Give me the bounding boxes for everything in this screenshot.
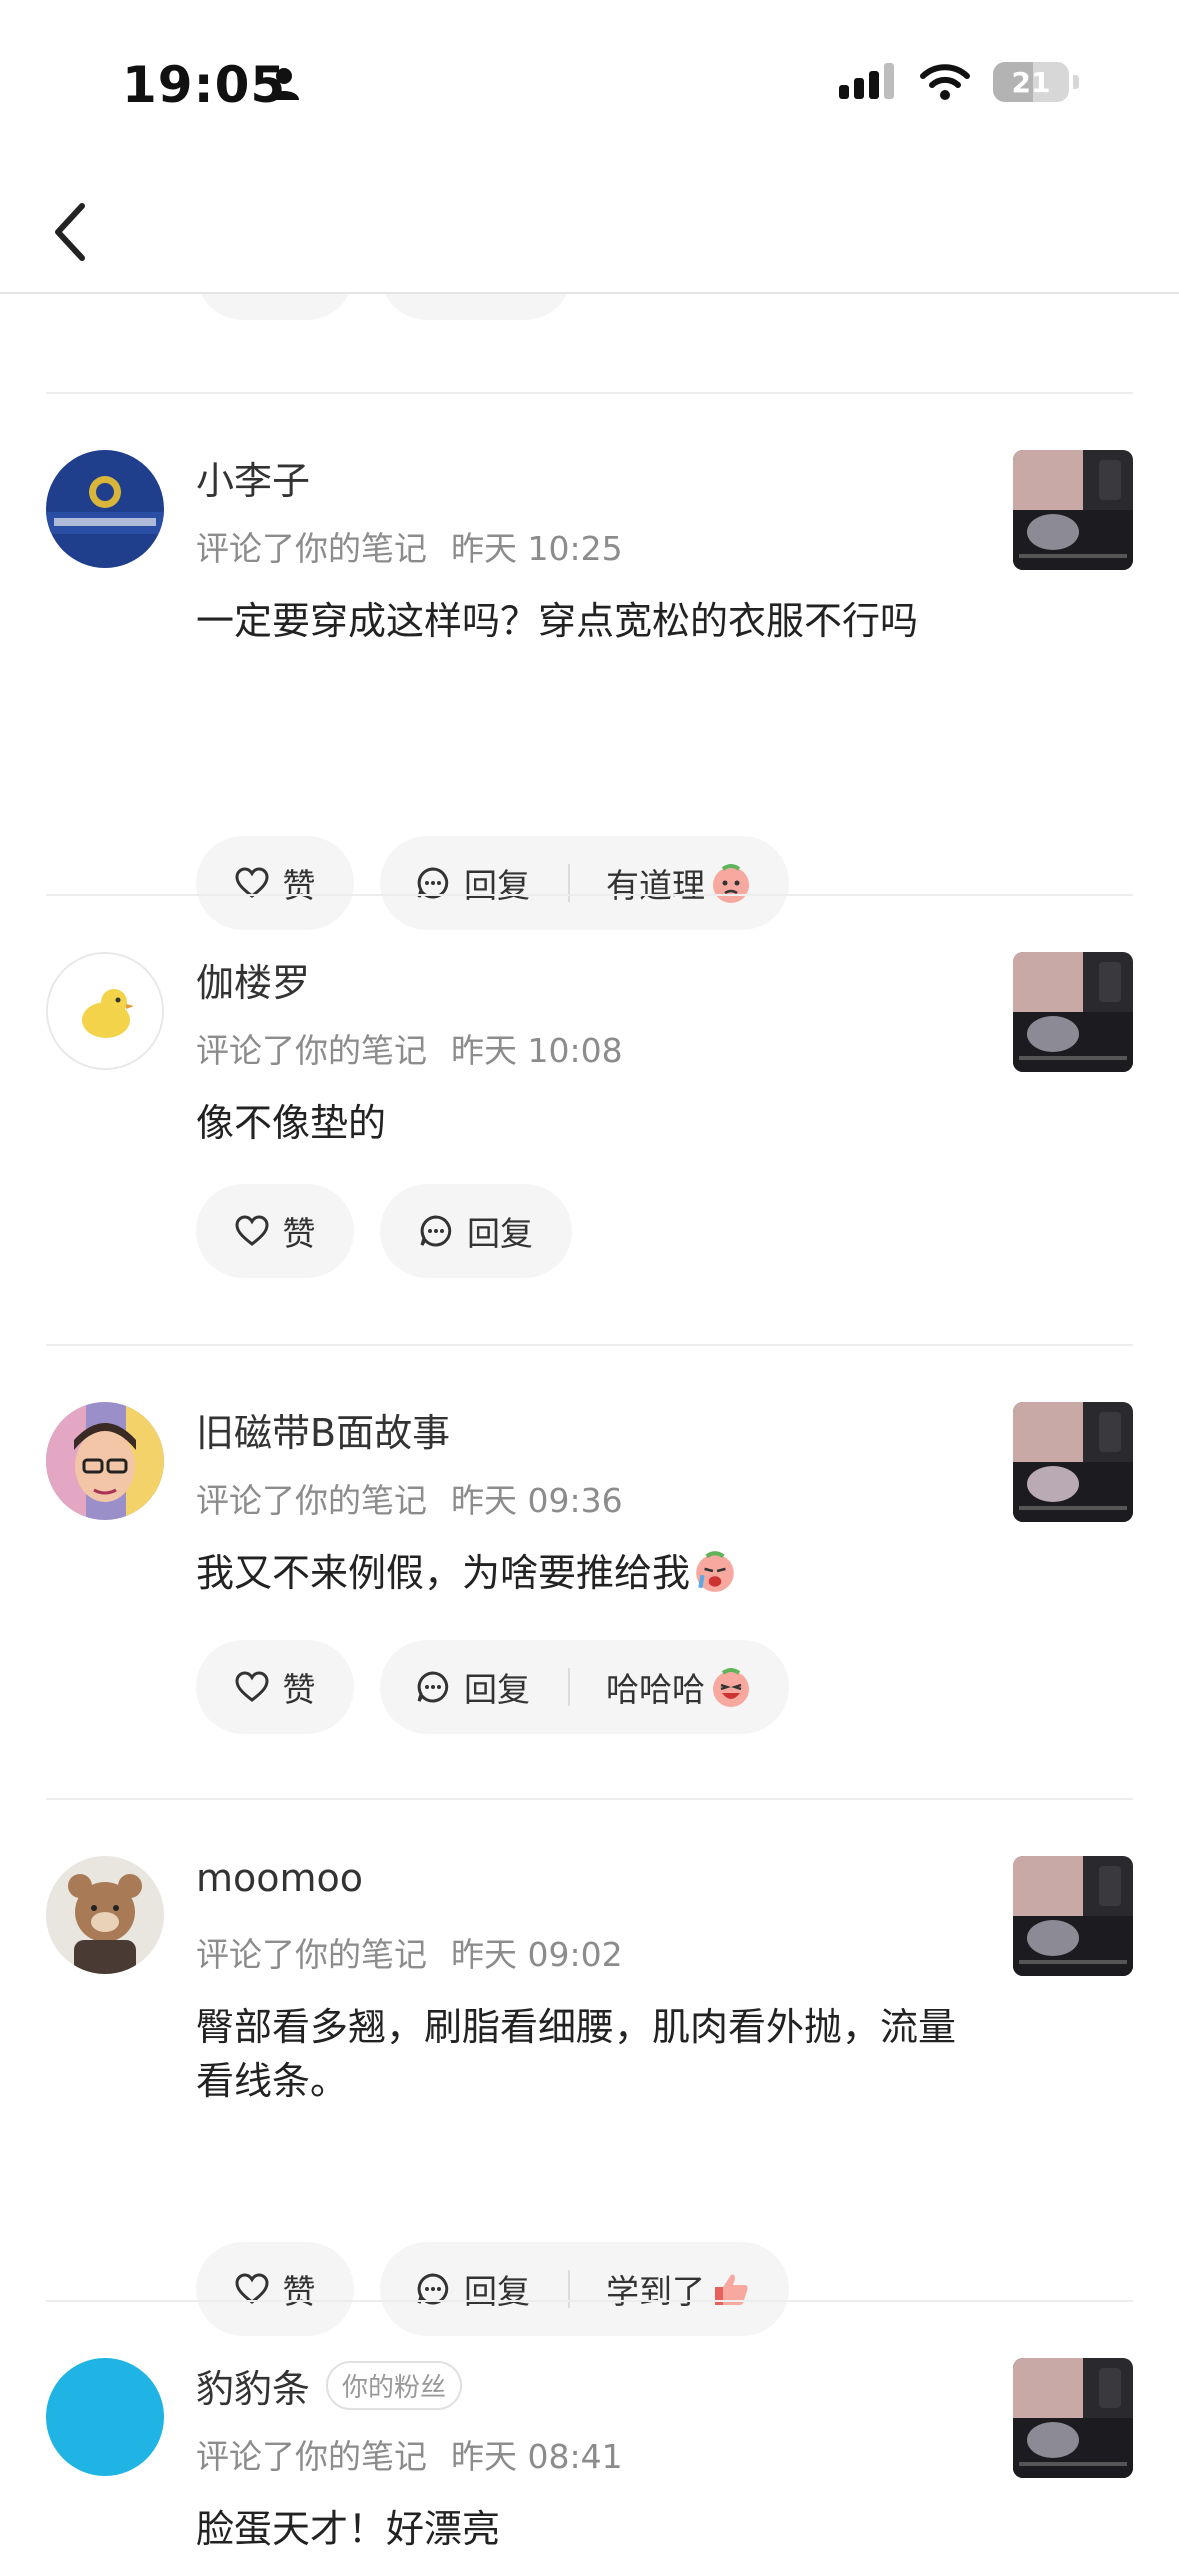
commenter-name[interactable]: 伽楼罗 xyxy=(196,952,310,1007)
comment-meta: 评论了你的笔记 昨天 09:36 xyxy=(196,1474,623,1522)
status-time: 19:05 xyxy=(122,56,287,114)
comment-bubble-icon xyxy=(420,1215,452,1247)
note-thumbnail[interactable] xyxy=(1013,450,1133,570)
battery-level: 21 xyxy=(1011,66,1051,99)
comment-action: 评论了你的笔记 xyxy=(196,1935,427,1974)
separator xyxy=(568,864,570,902)
avatar[interactable] xyxy=(46,1402,164,1520)
like-label: 赞 xyxy=(282,2272,316,2311)
reply-group: 回复 学到了 xyxy=(380,2242,789,2336)
reply-label: 回复 xyxy=(464,866,530,905)
battery-cap xyxy=(1073,75,1079,89)
comment-meta: 评论了你的笔记 昨天 09:02 xyxy=(196,1928,623,1976)
like-label: 赞 xyxy=(282,1670,316,1709)
battery-icon: 21 xyxy=(993,62,1069,102)
quick-reply-button[interactable]: 有道理 xyxy=(606,859,789,907)
comment-action: 评论了你的笔记 xyxy=(196,1031,427,1070)
status-indicators: 21 xyxy=(839,62,1079,102)
separator xyxy=(568,2270,570,2308)
avatar[interactable] xyxy=(46,1856,164,1974)
like-label: 赞 xyxy=(282,1214,316,1253)
note-thumbnail[interactable] xyxy=(1013,1856,1133,1976)
fan-badge: 你的粉丝 xyxy=(326,2361,463,2410)
like-label: 赞 xyxy=(282,866,316,905)
thinking-face-icon xyxy=(713,864,749,903)
quick-reply-label: 有道理 xyxy=(606,866,705,905)
reply-button[interactable]: 回复 xyxy=(416,1663,530,1711)
reply-button[interactable]: 回复 xyxy=(416,859,530,907)
back-button[interactable] xyxy=(40,196,100,268)
divider xyxy=(46,1798,1133,1800)
comment-time: 昨天 09:36 xyxy=(451,1481,623,1520)
status-bar: 19:05 21 xyxy=(0,0,1179,170)
avatar[interactable] xyxy=(46,952,164,1070)
quick-reply-button[interactable]: 学到了 xyxy=(606,2265,789,2313)
crying-face-icon xyxy=(696,1551,734,1592)
divider xyxy=(46,894,1133,896)
comment-text: 像不像垫的 xyxy=(196,1101,387,1145)
laughing-face-icon xyxy=(713,1668,749,1707)
chevron-left-icon xyxy=(55,203,85,261)
like-button[interactable]: 赞 xyxy=(196,1184,354,1278)
reply-group: 回复 有道理 xyxy=(380,836,789,930)
divider xyxy=(46,1344,1133,1346)
comment-text-row: 我又不来例假，为啥要推给我 xyxy=(196,1546,996,1600)
quick-reply-button[interactable]: 哈哈哈 xyxy=(606,1663,789,1711)
reply-label: 回复 xyxy=(464,1670,530,1709)
comment-time: 昨天 08:41 xyxy=(451,2437,623,2476)
comment-meta: 评论了你的笔记 昨天 10:25 xyxy=(196,522,623,570)
quick-reply-label: 学到了 xyxy=(606,2272,705,2311)
thumbs-up-icon xyxy=(715,2274,748,2305)
wifi-icon xyxy=(920,64,970,100)
divider xyxy=(46,2300,1133,2302)
person-icon xyxy=(269,68,299,100)
commenter-name[interactable]: 小李子 xyxy=(196,450,310,505)
note-thumbnail[interactable] xyxy=(1013,1402,1133,1522)
reply-button[interactable]: 回复 xyxy=(380,1184,572,1278)
divider xyxy=(46,392,1133,394)
heart-icon xyxy=(234,1215,269,1246)
commenter-name[interactable]: 旧磁带B面故事 xyxy=(196,1402,450,1457)
comment-text: 臀部看多翘，刷脂看细腰，肌肉看外抛，流量看线条。 xyxy=(196,2005,957,2103)
commenter-name[interactable]: 豹豹条 xyxy=(196,2358,310,2413)
comment-time: 昨天 09:02 xyxy=(451,1935,623,1974)
reply-label: 回复 xyxy=(464,2272,530,2311)
comment-text: 一定要穿成这样吗？穿点宽松的衣服不行吗 xyxy=(196,599,919,643)
nav-bar xyxy=(0,170,1179,294)
reply-group: 回复 哈哈哈 xyxy=(380,1640,789,1734)
comment-text: 我又不来例假，为啥要推给我 xyxy=(196,1551,691,1595)
cellular-signal-icon xyxy=(839,63,894,99)
separator xyxy=(568,1668,570,1706)
comment-action: 评论了你的笔记 xyxy=(196,2437,427,2476)
reply-label: 回复 xyxy=(467,1214,533,1253)
note-thumbnail[interactable] xyxy=(1013,952,1133,1072)
heart-icon xyxy=(234,1671,269,1702)
like-button[interactable]: 赞 xyxy=(196,2242,354,2336)
quick-reply-label: 哈哈哈 xyxy=(606,1670,705,1709)
commenter-name[interactable]: moomoo xyxy=(196,1856,363,1900)
comment-meta: 评论了你的笔记 昨天 10:08 xyxy=(196,1024,623,1072)
comment-text: 脸蛋天才！好漂亮 xyxy=(196,2507,501,2551)
comment-time: 昨天 10:08 xyxy=(451,1031,623,1070)
avatar[interactable] xyxy=(46,450,164,568)
comment-meta: 评论了你的笔记 昨天 08:41 xyxy=(196,2430,623,2478)
avatar[interactable] xyxy=(46,2358,164,2476)
note-thumbnail[interactable] xyxy=(1013,2358,1133,2478)
comment-bubble-icon xyxy=(417,1671,449,1703)
reply-button[interactable]: 回复 xyxy=(416,2265,530,2313)
like-button[interactable]: 赞 xyxy=(196,1640,354,1734)
comment-action: 评论了你的笔记 xyxy=(196,529,427,568)
comment-time: 昨天 10:25 xyxy=(451,529,623,568)
comment-action: 评论了你的笔记 xyxy=(196,1481,427,1520)
like-button[interactable]: 赞 xyxy=(196,836,354,930)
